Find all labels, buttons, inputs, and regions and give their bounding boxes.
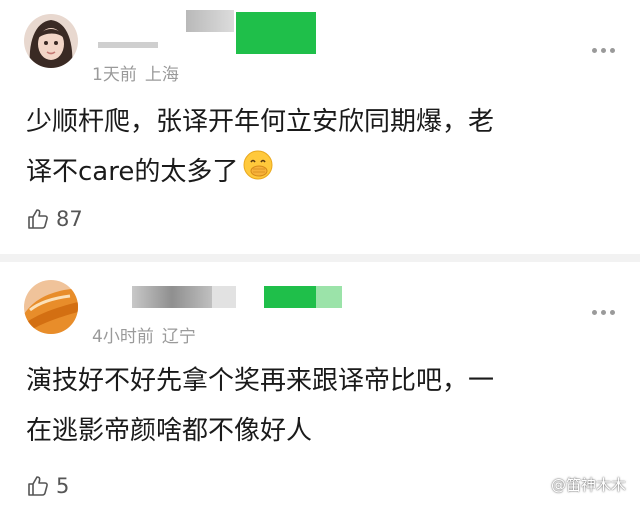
comment-card: 4小时前 辽宁 演技好不好先拿个奖再来跟译帝比吧，一 在逃影帝颜啥都不像好人 5 — [0, 262, 640, 509]
redacted-username — [236, 12, 316, 54]
thumbs-up-icon — [28, 476, 48, 496]
comment-text-line: 在逃影帝颜啥都不像好人 — [26, 416, 313, 446]
watermark-logo-icon — [531, 477, 547, 492]
comment-text: 演技好不好先拿个奖再来跟译帝比吧，一 在逃影帝颜啥都不像好人 — [26, 356, 616, 456]
comment-meta: 4小时前 辽宁 — [92, 322, 196, 347]
comment-card: 1天前 上海 少顺杆爬，张译开年何立安欣同期爆，老 译不care的太多了 87 — [0, 0, 640, 254]
comment-time: 1天前 — [92, 65, 137, 85]
avatar[interactable] — [24, 14, 78, 68]
comment-location: 辽宁 — [161, 327, 196, 347]
face-with-hand-over-mouth-icon — [242, 148, 274, 198]
comment-meta: 1天前 上海 — [92, 60, 179, 85]
more-options-icon[interactable] — [592, 310, 616, 316]
redacted-username — [98, 42, 158, 48]
divider — [0, 254, 640, 262]
comment-text-fragment: 译不care的太多了 — [26, 157, 239, 187]
watermark: @笛神木木 — [531, 474, 626, 495]
redacted-username — [316, 286, 342, 308]
comment-location: 上海 — [144, 65, 179, 85]
like-button[interactable]: 5 — [26, 472, 69, 500]
comment-text-line: 译不care的太多了 — [26, 147, 616, 198]
watermark-text: @笛神木木 — [550, 476, 626, 494]
like-button[interactable]: 87 — [26, 205, 83, 233]
redacted-username — [132, 286, 212, 308]
redacted-username — [264, 286, 316, 308]
redacted-username — [186, 10, 234, 32]
comment-text: 少顺杆爬，张译开年何立安欣同期爆，老 译不care的太多了 — [26, 97, 616, 198]
redacted-username — [212, 286, 236, 308]
avatar[interactable] — [24, 280, 78, 334]
more-options-icon[interactable] — [592, 48, 616, 54]
comment-text-line: 演技好不好先拿个奖再来跟译帝比吧，一 — [26, 366, 495, 396]
like-count: 87 — [56, 207, 83, 231]
like-count: 5 — [56, 474, 70, 498]
comment-text-line: 少顺杆爬，张译开年何立安欣同期爆，老 — [26, 107, 495, 137]
comment-time: 4小时前 — [92, 327, 154, 347]
thumbs-up-icon — [28, 209, 48, 229]
